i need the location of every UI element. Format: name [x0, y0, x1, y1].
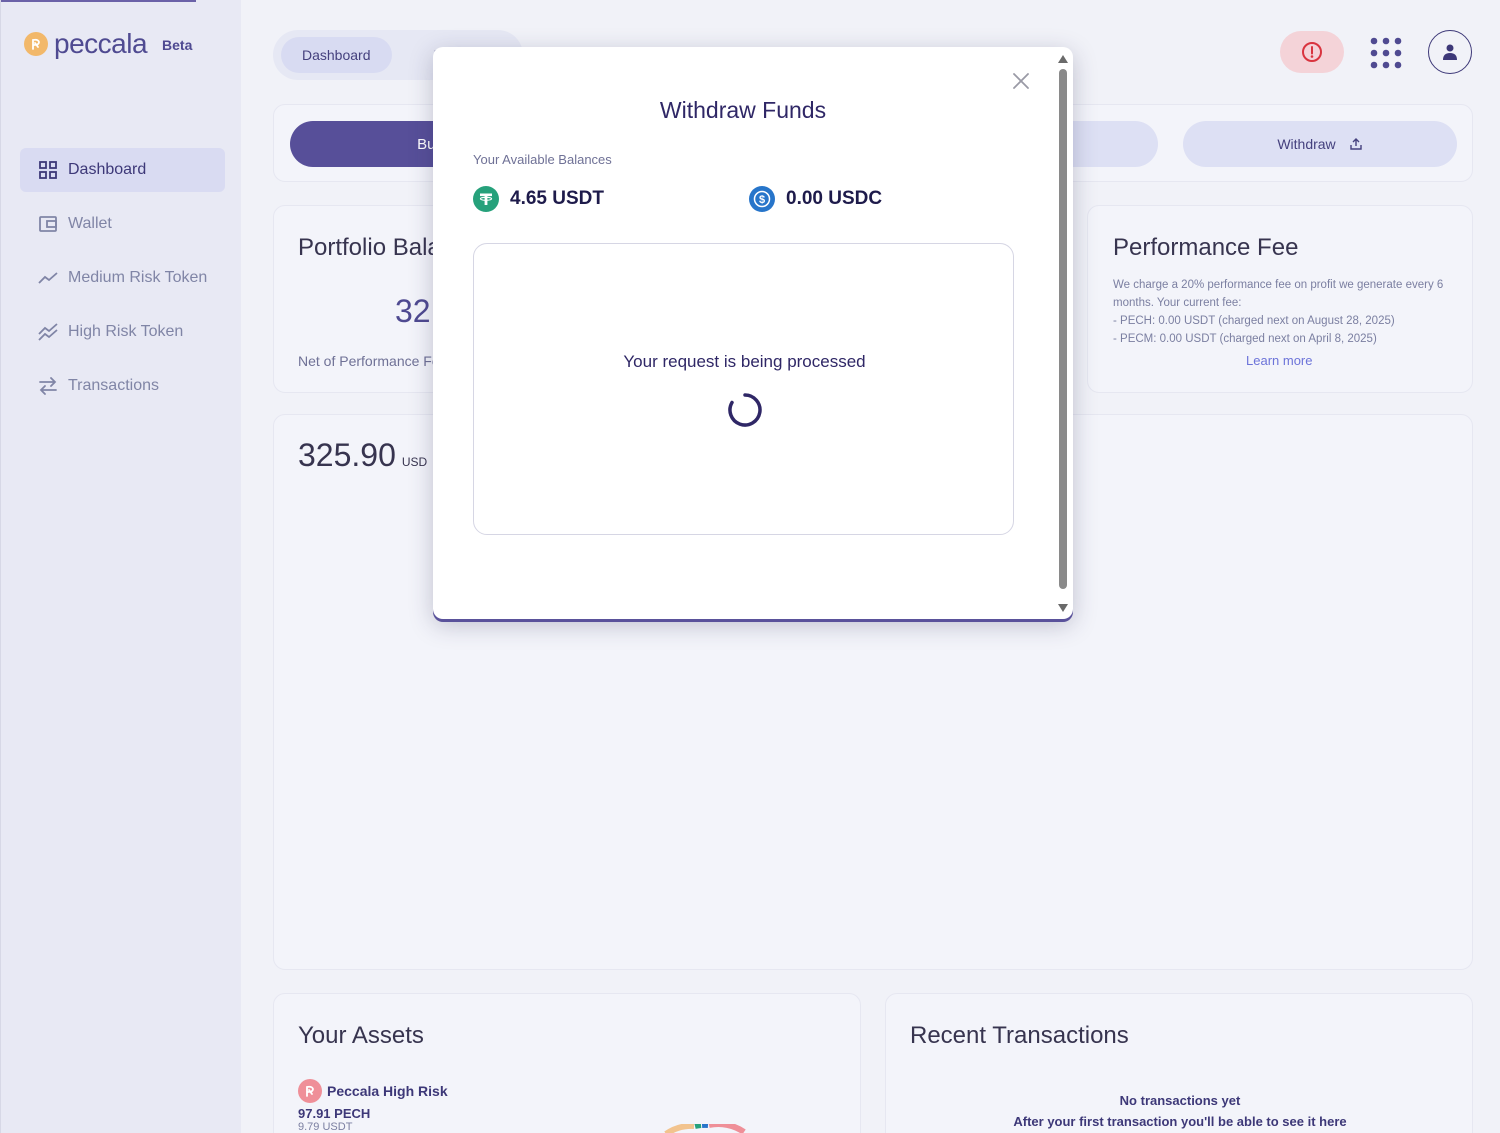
modal-scrollbar[interactable]	[1056, 55, 1068, 615]
upload-icon	[1349, 138, 1362, 150]
available-balances-label: Your Available Balances	[473, 152, 612, 167]
fee-line: - PECM: 0.00 USDT (charged next on April…	[1113, 333, 1377, 345]
asset-amount: 97.91 PECH	[298, 1106, 371, 1121]
sidebar-item-label: Dashboard	[68, 161, 147, 178]
sidebar-item-dashboard[interactable]: Dashboard	[20, 148, 225, 192]
trend-line-icon	[38, 272, 58, 284]
alert-button[interactable]	[1280, 31, 1344, 73]
double-trend-icon	[38, 323, 58, 341]
portfolio-title: Portfolio Bala	[298, 234, 441, 261]
user-icon	[1443, 44, 1457, 60]
performance-fee-description: We charge a 20% performance fee on profi…	[1113, 276, 1453, 348]
sidebar-item-transactions[interactable]: Transactions	[20, 364, 225, 408]
sidebar: peccala Beta Dashboard Wallet Medium Ris…	[0, 0, 241, 1133]
withdraw-label: Withdraw	[1277, 136, 1336, 152]
sidebar-item-medium-risk[interactable]: Medium Risk Token	[20, 256, 225, 300]
balance-value-row: 325.90 USD	[298, 437, 427, 474]
balance-value: 325.90	[298, 437, 396, 473]
loading-spinner-icon	[728, 393, 762, 427]
portfolio-value: 32	[395, 293, 431, 329]
peccala-logo-icon	[24, 32, 48, 56]
usdc-balance: $ 0.00 USDC	[749, 186, 882, 212]
usdc-icon: $	[749, 186, 775, 212]
processing-panel: Your request is being processed	[473, 243, 1014, 535]
sidebar-item-high-risk[interactable]: High Risk Token	[20, 310, 225, 354]
asset-donut-chart	[664, 1124, 746, 1133]
usdt-balance-value: 4.65 USDT	[510, 188, 604, 209]
close-icon[interactable]	[1011, 71, 1031, 91]
sidebar-item-label: Transactions	[68, 377, 159, 394]
apps-button[interactable]	[1370, 37, 1402, 69]
scrollbar-thumb[interactable]	[1059, 69, 1067, 589]
asset-item[interactable]: Peccala High Risk	[298, 1079, 448, 1103]
learn-more-link[interactable]: Learn more	[1246, 353, 1312, 368]
portfolio-subtitle: Net of Performance Fe	[298, 353, 440, 369]
scroll-down-arrow-icon[interactable]	[1058, 604, 1068, 612]
sidebar-nav: Dashboard Wallet Medium Risk Token High …	[20, 148, 225, 418]
fee-line: We charge a 20% performance fee on profi…	[1113, 279, 1444, 309]
sidebar-item-label: Wallet	[68, 215, 112, 232]
alert-icon	[1302, 42, 1322, 62]
profile-button[interactable]	[1428, 30, 1472, 74]
processing-status: Your request is being processed	[623, 352, 866, 371]
sidebar-item-label: Medium Risk Token	[68, 269, 208, 286]
apps-grid-icon	[1370, 37, 1402, 69]
withdraw-button[interactable]: Withdraw	[1183, 121, 1457, 167]
brand-logo[interactable]: peccala Beta	[24, 28, 192, 60]
svg-text:$: $	[759, 194, 765, 206]
balance-unit: USD	[401, 455, 428, 469]
asset-name: Peccala High Risk	[327, 1083, 448, 1099]
wallet-icon	[39, 216, 57, 232]
recent-transactions-card: Recent Transactions No transactions yet …	[885, 993, 1473, 1133]
usdt-balance: 4.65 USDT	[473, 186, 604, 212]
peccala-high-risk-icon	[298, 1079, 322, 1103]
performance-fee-card: Performance Fee We charge a 20% performa…	[1087, 205, 1473, 393]
modal-title: Withdraw Funds	[659, 97, 827, 123]
beta-badge: Beta	[162, 37, 193, 53]
performance-fee-title: Performance Fee	[1113, 234, 1299, 261]
sidebar-item-label: High Risk Token	[68, 323, 184, 340]
transactions-title: Recent Transactions	[910, 1022, 1129, 1049]
usdc-balance-value: 0.00 USDC	[786, 188, 883, 209]
swap-arrows-icon	[39, 377, 57, 395]
asset-usd-value: 9.79 USDT	[298, 1121, 353, 1133]
scroll-up-arrow-icon[interactable]	[1058, 55, 1068, 63]
withdraw-modal: Withdraw Funds Your Available Balances 4…	[433, 47, 1073, 619]
tether-icon	[473, 186, 499, 212]
brand-name: peccala	[54, 28, 148, 59]
grid-icon	[39, 161, 57, 179]
sidebar-item-wallet[interactable]: Wallet	[20, 202, 225, 246]
assets-card: Your Assets Peccala High Risk 97.91 PECH…	[273, 993, 861, 1133]
assets-title: Your Assets	[298, 1022, 424, 1049]
fee-line: - PECH: 0.00 USDT (charged next on Augus…	[1113, 315, 1395, 327]
empty-state-subtitle: After your first transaction you'll be a…	[1013, 1114, 1347, 1129]
tab-dashboard[interactable]: Dashboard	[281, 37, 392, 73]
empty-state-title: No transactions yet	[1119, 1093, 1241, 1108]
